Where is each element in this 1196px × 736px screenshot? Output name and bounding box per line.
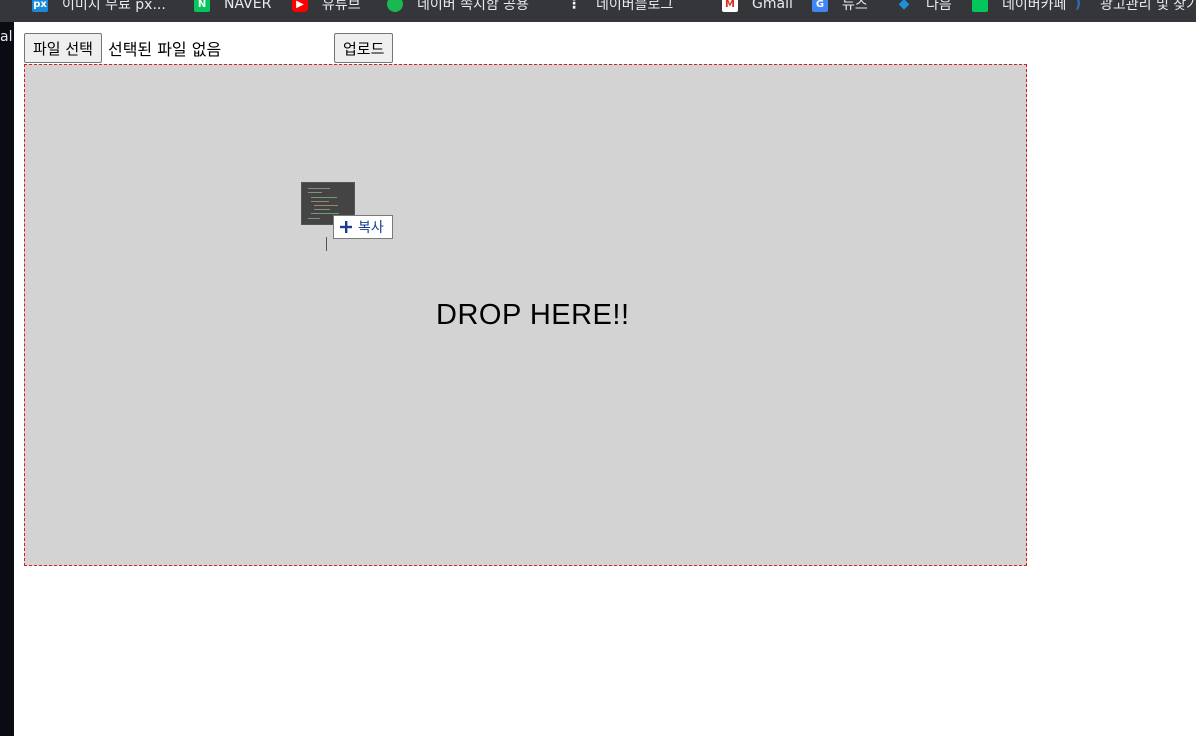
cursor-icon [326, 237, 327, 251]
window-edge [0, 22, 14, 736]
bookmark-label: 광고관리 및 찾기 [1100, 0, 1196, 13]
bookmark-label: NAVER [224, 0, 272, 12]
bookmark-daum[interactable]: ◆ 다음 [896, 0, 952, 15]
bookmark-blog[interactable]: ⋮ 네이버블로그 [566, 0, 673, 15]
edge-label: al [0, 29, 13, 45]
google-news-icon: G [812, 0, 828, 12]
bookmarks-bar: px 이미지 무료 px... N NAVER ▶ 유튜브 네이버 쪽지함 공용… [0, 0, 1196, 22]
bookmark-news[interactable]: G 뉴스 [812, 0, 868, 15]
upload-button[interactable]: 업로드 [333, 33, 394, 63]
copy-label: 복사 [358, 220, 384, 236]
bookmark-label: 뉴스 [842, 0, 868, 13]
bookmark-pixabay[interactable]: px 이미지 무료 px... [32, 0, 166, 15]
plus-icon [340, 221, 352, 233]
drag-copy-indicator: 복사 [333, 215, 393, 239]
file-upload-row: 파일 선택 선택된 파일 없음 업로드 [24, 33, 394, 63]
bookmark-naver[interactable]: N NAVER [194, 0, 271, 15]
pixabay-icon: px [32, 0, 48, 12]
swirl-icon: ) [1074, 0, 1082, 12]
bookmark-ads[interactable]: ) 광고관리 및 찾기 [1070, 0, 1196, 15]
naver-icon: N [194, 0, 210, 12]
bookmark-cafe[interactable]: 네이버카페 [972, 0, 1066, 15]
drop-zone-label: DROP HERE!! [436, 299, 630, 331]
bookmark-label: Gmail [752, 0, 793, 12]
chat-icon [387, 0, 403, 12]
bookmark-label: 유튜브 [322, 0, 361, 13]
cafe-icon [972, 0, 988, 12]
drop-zone[interactable]: DROP HERE!! 복사 [24, 64, 1027, 566]
bookmark-gmail[interactable]: M Gmail [722, 0, 793, 15]
leaf-icon: ◆ [898, 0, 910, 12]
bookmark-label: 네이버 쪽지함 공용 [417, 0, 529, 13]
bookmark-label: 다음 [926, 0, 952, 13]
dots-icon: ⋮ [567, 0, 581, 12]
bookmark-chat[interactable]: 네이버 쪽지함 공용 [387, 0, 529, 15]
bookmark-label: 이미지 무료 px... [62, 0, 166, 13]
bookmark-label: 네이버블로그 [596, 0, 674, 13]
bookmark-youtube[interactable]: ▶ 유튜브 [292, 0, 361, 15]
youtube-icon: ▶ [292, 0, 308, 12]
bookmark-label: 네이버카페 [1002, 0, 1067, 13]
choose-file-button[interactable]: 파일 선택 [24, 33, 102, 63]
file-status-text: 선택된 파일 없음 [107, 40, 222, 59]
gmail-icon: M [722, 0, 738, 12]
